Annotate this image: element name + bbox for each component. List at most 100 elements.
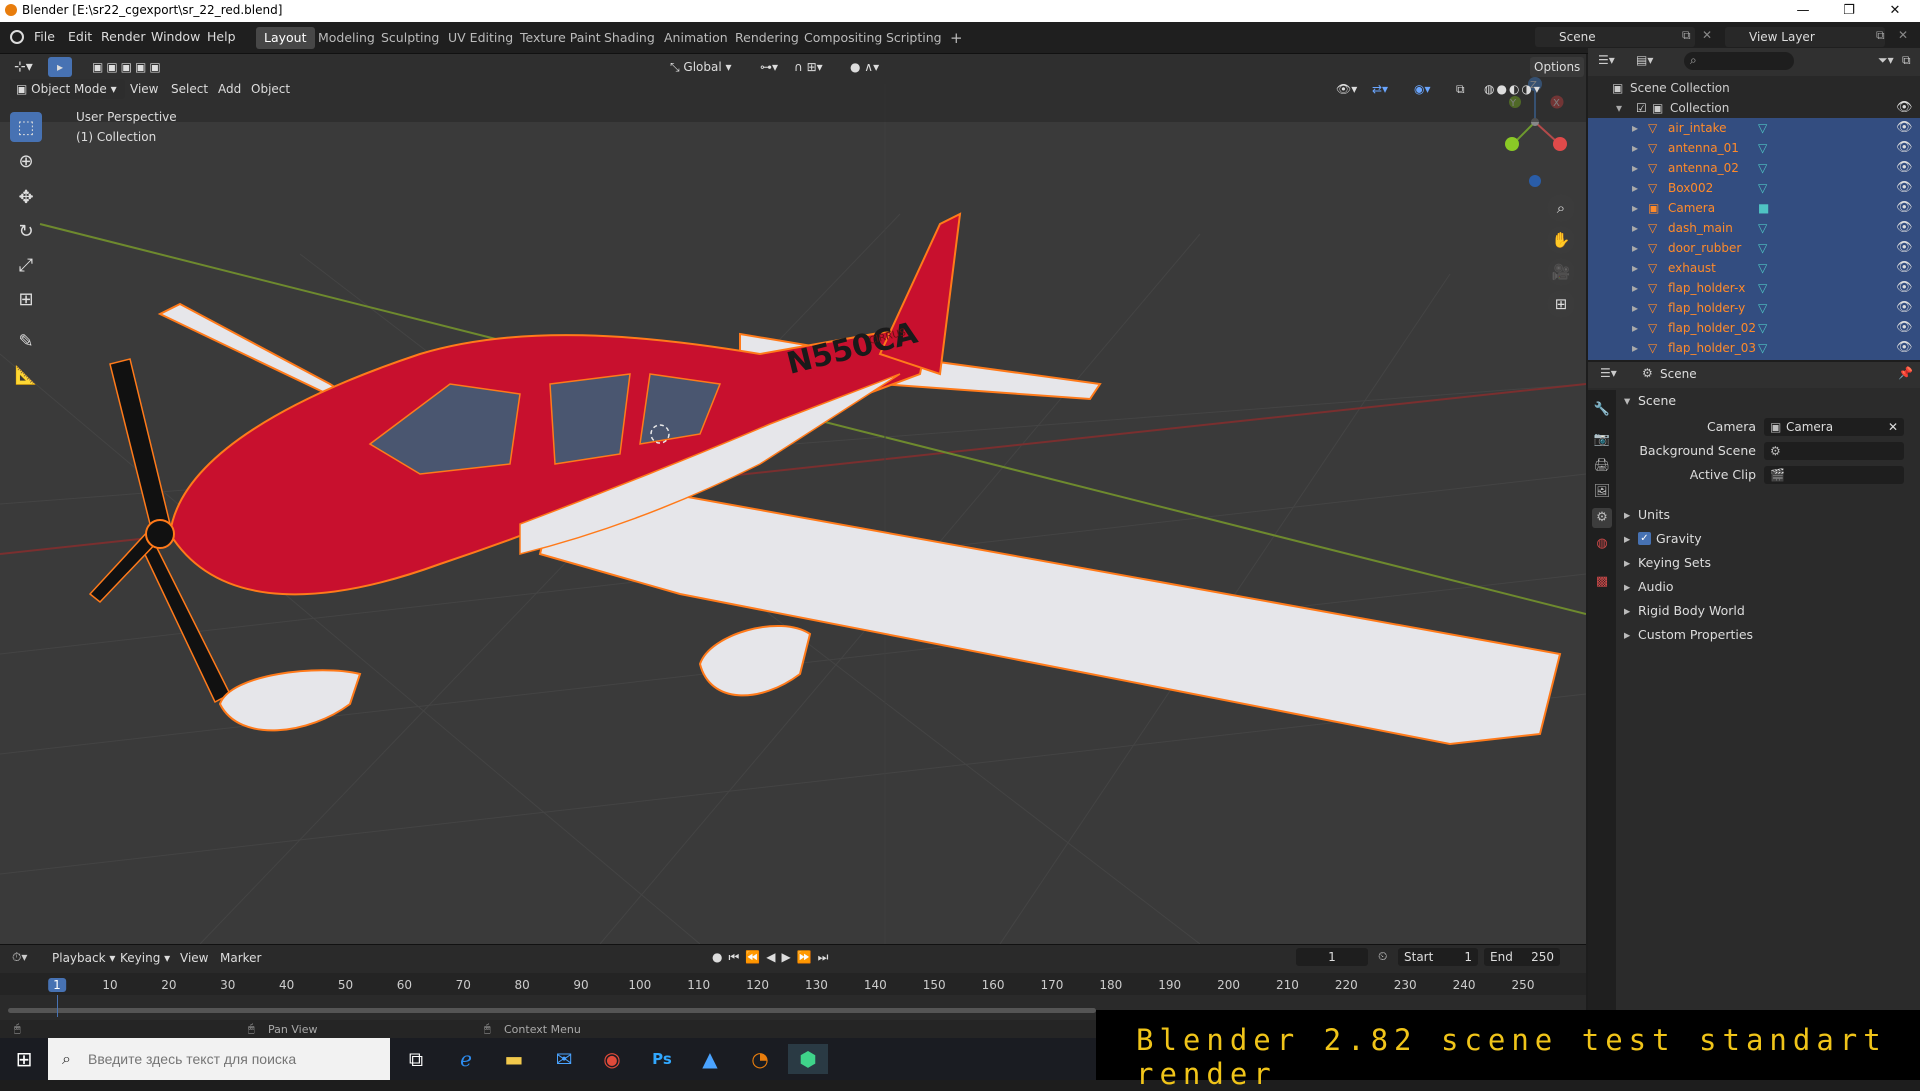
3d-viewport[interactable]: N550CA CIRRUS Z X Y ⊹▾ ▸ ▣▣▣▣▣ ⤡ xyxy=(0,54,1586,944)
expand-arrow-icon[interactable]: ▸ xyxy=(1632,118,1638,138)
outliner-item[interactable]: ▸ ▽ dash_main ▽ 👁 xyxy=(1588,218,1920,238)
edge-icon[interactable]: ℯ xyxy=(446,1044,486,1074)
visibility-icon[interactable]: 👁▾ xyxy=(1332,79,1361,99)
end-frame-field[interactable]: End 250 xyxy=(1484,948,1560,966)
blender-taskbar-icon[interactable]: ◔ xyxy=(740,1044,780,1074)
pivot-point-icon[interactable]: ⊶▾ xyxy=(756,57,782,77)
outliner-item[interactable]: ▸ ▽ Box002 ▽ 👁 xyxy=(1588,178,1920,198)
timeline-menu-view[interactable]: View xyxy=(176,948,212,968)
mail-icon[interactable]: ✉ xyxy=(544,1044,584,1074)
checkbox-icon[interactable]: ☑ xyxy=(1636,98,1647,118)
eye-icon[interactable]: 👁 xyxy=(1896,278,1913,298)
current-frame-field[interactable]: 1 xyxy=(1296,948,1368,966)
mesh-data-icon[interactable]: ▽ xyxy=(1758,258,1767,278)
select-mode-icon[interactable]: ▸ xyxy=(48,57,72,77)
transform-tool[interactable]: ⊞ xyxy=(10,284,42,314)
scene-props-tab-icon[interactable]: ⚙ xyxy=(1592,508,1612,528)
outliner-item[interactable]: ▸ ▽ air_intake ▽ 👁 xyxy=(1588,118,1920,138)
expand-arrow-icon[interactable]: ▸ xyxy=(1632,278,1638,298)
mode-selector[interactable]: ▣ Object Mode ▾ xyxy=(10,79,125,99)
filter-icon[interactable]: ⏷▾ xyxy=(1878,53,1894,68)
eye-icon[interactable]: 👁 xyxy=(1896,98,1913,118)
camera-field[interactable]: ▣ Camera ✕ xyxy=(1764,418,1904,436)
pin-icon[interactable]: 📌 xyxy=(1898,366,1913,380)
playback-controls[interactable]: ●⏮⏪◀▶⏩⏭ xyxy=(712,950,834,965)
windows-start-icon[interactable]: ⊞ xyxy=(4,1044,44,1074)
display-mode-icon[interactable]: ▤▾ xyxy=(1636,53,1653,67)
panel-keying-sets[interactable]: ▸ Keying Sets xyxy=(1616,552,1920,574)
tab-shading[interactable]: Shading xyxy=(596,27,663,49)
mesh-data-icon[interactable]: ▽ xyxy=(1758,318,1767,338)
right-wing[interactable] xyxy=(538,472,1562,746)
explorer-icon[interactable]: ▬ xyxy=(494,1044,534,1074)
snap-icon[interactable]: ∩ ⊞▾ xyxy=(790,57,827,77)
camera-view-button[interactable]: 🎥 xyxy=(1547,258,1575,286)
mesh-data-icon[interactable]: ▽ xyxy=(1758,298,1767,318)
eye-icon[interactable]: 👁 xyxy=(1896,318,1913,338)
scale-tool[interactable]: ⤢ xyxy=(10,250,42,280)
proportional-edit-icon[interactable]: ● ∧▾ xyxy=(846,57,883,77)
eye-icon[interactable]: 👁 xyxy=(1896,258,1913,278)
world-props-icon[interactable]: ◍ xyxy=(1592,534,1612,554)
texture-props-icon[interactable]: ▩ xyxy=(1592,572,1612,592)
eye-icon[interactable]: 👁 xyxy=(1896,238,1913,258)
timeline-menu-marker[interactable]: Marker xyxy=(216,948,265,968)
delete-scene-icon[interactable]: ✕ xyxy=(1702,28,1712,42)
outliner-collection[interactable]: ▾ ☑ ▣ Collection 👁 xyxy=(1588,98,1920,118)
collapse-arrow-icon[interactable]: ▾ xyxy=(1616,98,1622,118)
viewport-menu-object[interactable]: Object xyxy=(247,79,294,99)
properties-editor-icon[interactable]: ☰▾ xyxy=(1600,366,1617,380)
photoshop-icon[interactable]: Ps xyxy=(642,1044,682,1074)
close-window-button[interactable]: ✕ xyxy=(1872,0,1918,22)
outliner-item[interactable]: ▸ ▽ flap_holder-x ▽ 👁 xyxy=(1588,278,1920,298)
scene-section-header[interactable]: ▾ Scene xyxy=(1616,390,1920,412)
select-box-tool[interactable]: ⬚ xyxy=(10,112,42,142)
tab-compositing[interactable]: Compositing xyxy=(796,27,890,49)
background-scene-field[interactable]: ⚙ xyxy=(1764,442,1904,460)
eye-icon[interactable]: 👁 xyxy=(1896,178,1913,198)
editor-type-icon[interactable]: ⊹▾ xyxy=(10,57,37,77)
menu-edit[interactable]: Edit xyxy=(68,29,92,44)
taskbar-search[interactable]: ⌕ xyxy=(48,1038,390,1080)
panel-rigid-body-world[interactable]: ▸ Rigid Body World xyxy=(1616,600,1920,622)
tab-texture-paint[interactable]: Texture Paint xyxy=(512,27,609,49)
eye-icon[interactable]: 👁 xyxy=(1896,298,1913,318)
panel-custom-properties[interactable]: ▸ Custom Properties xyxy=(1616,624,1920,646)
viewport-menu-view[interactable]: View xyxy=(126,79,162,99)
camera-data-icon[interactable]: ■ xyxy=(1758,198,1769,218)
expand-arrow-icon[interactable]: ▸ xyxy=(1632,138,1638,158)
taskbar-search-input[interactable] xyxy=(88,1048,378,1070)
outliner-item[interactable]: ▸ ▣ Camera ■ 👁 xyxy=(1588,198,1920,218)
scene-selector[interactable]: Scene xyxy=(1535,27,1695,47)
zoom-button[interactable]: ⌕ xyxy=(1547,194,1575,222)
outliner-item[interactable]: ▸ ▽ flap_holder_03 ▽ 👁 xyxy=(1588,338,1920,358)
tab-layout[interactable]: Layout xyxy=(256,27,315,49)
panel-units[interactable]: ▸ Units xyxy=(1616,504,1920,526)
restore-button[interactable]: ❐ xyxy=(1826,0,1872,22)
outliner-item[interactable]: ▸ ▽ flap_holder-y ▽ 👁 xyxy=(1588,298,1920,318)
expand-arrow-icon[interactable]: ▸ xyxy=(1632,318,1638,338)
gravity-checkbox[interactable]: ✓ xyxy=(1638,532,1651,545)
overlays-toggle-icon[interactable]: ◉▾ xyxy=(1410,79,1435,99)
mesh-data-icon[interactable]: ▽ xyxy=(1758,178,1767,198)
outliner-search[interactable]: ⌕ xyxy=(1684,52,1794,70)
eye-icon[interactable]: 👁 xyxy=(1896,118,1913,138)
outliner-item[interactable]: ▸ ▽ door_rubber ▽ 👁 xyxy=(1588,238,1920,258)
expand-arrow-icon[interactable]: ▸ xyxy=(1632,258,1638,278)
options-dropdown[interactable]: Options xyxy=(1530,57,1585,77)
expand-arrow-icon[interactable]: ▸ xyxy=(1632,298,1638,318)
chrome-icon[interactable]: ◉ xyxy=(592,1044,632,1074)
tab-modeling[interactable]: Modeling xyxy=(310,27,383,49)
timeline-editor-icon[interactable]: ⏱▾ xyxy=(12,950,27,965)
new-scene-icon[interactable]: ⧉ xyxy=(1682,28,1691,43)
timeline-scrollbar[interactable] xyxy=(8,1008,1096,1013)
outliner-item[interactable]: ▸ ▽ flap_holder_02 ▽ 👁 xyxy=(1588,318,1920,338)
aircraft-model[interactable]: N550CA CIRRUS xyxy=(88,212,1562,746)
annotate-tool[interactable]: ✎ xyxy=(10,326,42,356)
mesh-data-icon[interactable]: ▽ xyxy=(1758,338,1767,358)
task-view-icon[interactable]: ⧉ xyxy=(396,1044,436,1074)
ortho-toggle-button[interactable]: ⊞ xyxy=(1547,290,1575,318)
outliner-item[interactable]: ▸ ▽ antenna_01 ▽ 👁 xyxy=(1588,138,1920,158)
new-collection-icon[interactable]: ⧉ xyxy=(1902,53,1911,68)
eye-icon[interactable]: 👁 xyxy=(1896,158,1913,178)
